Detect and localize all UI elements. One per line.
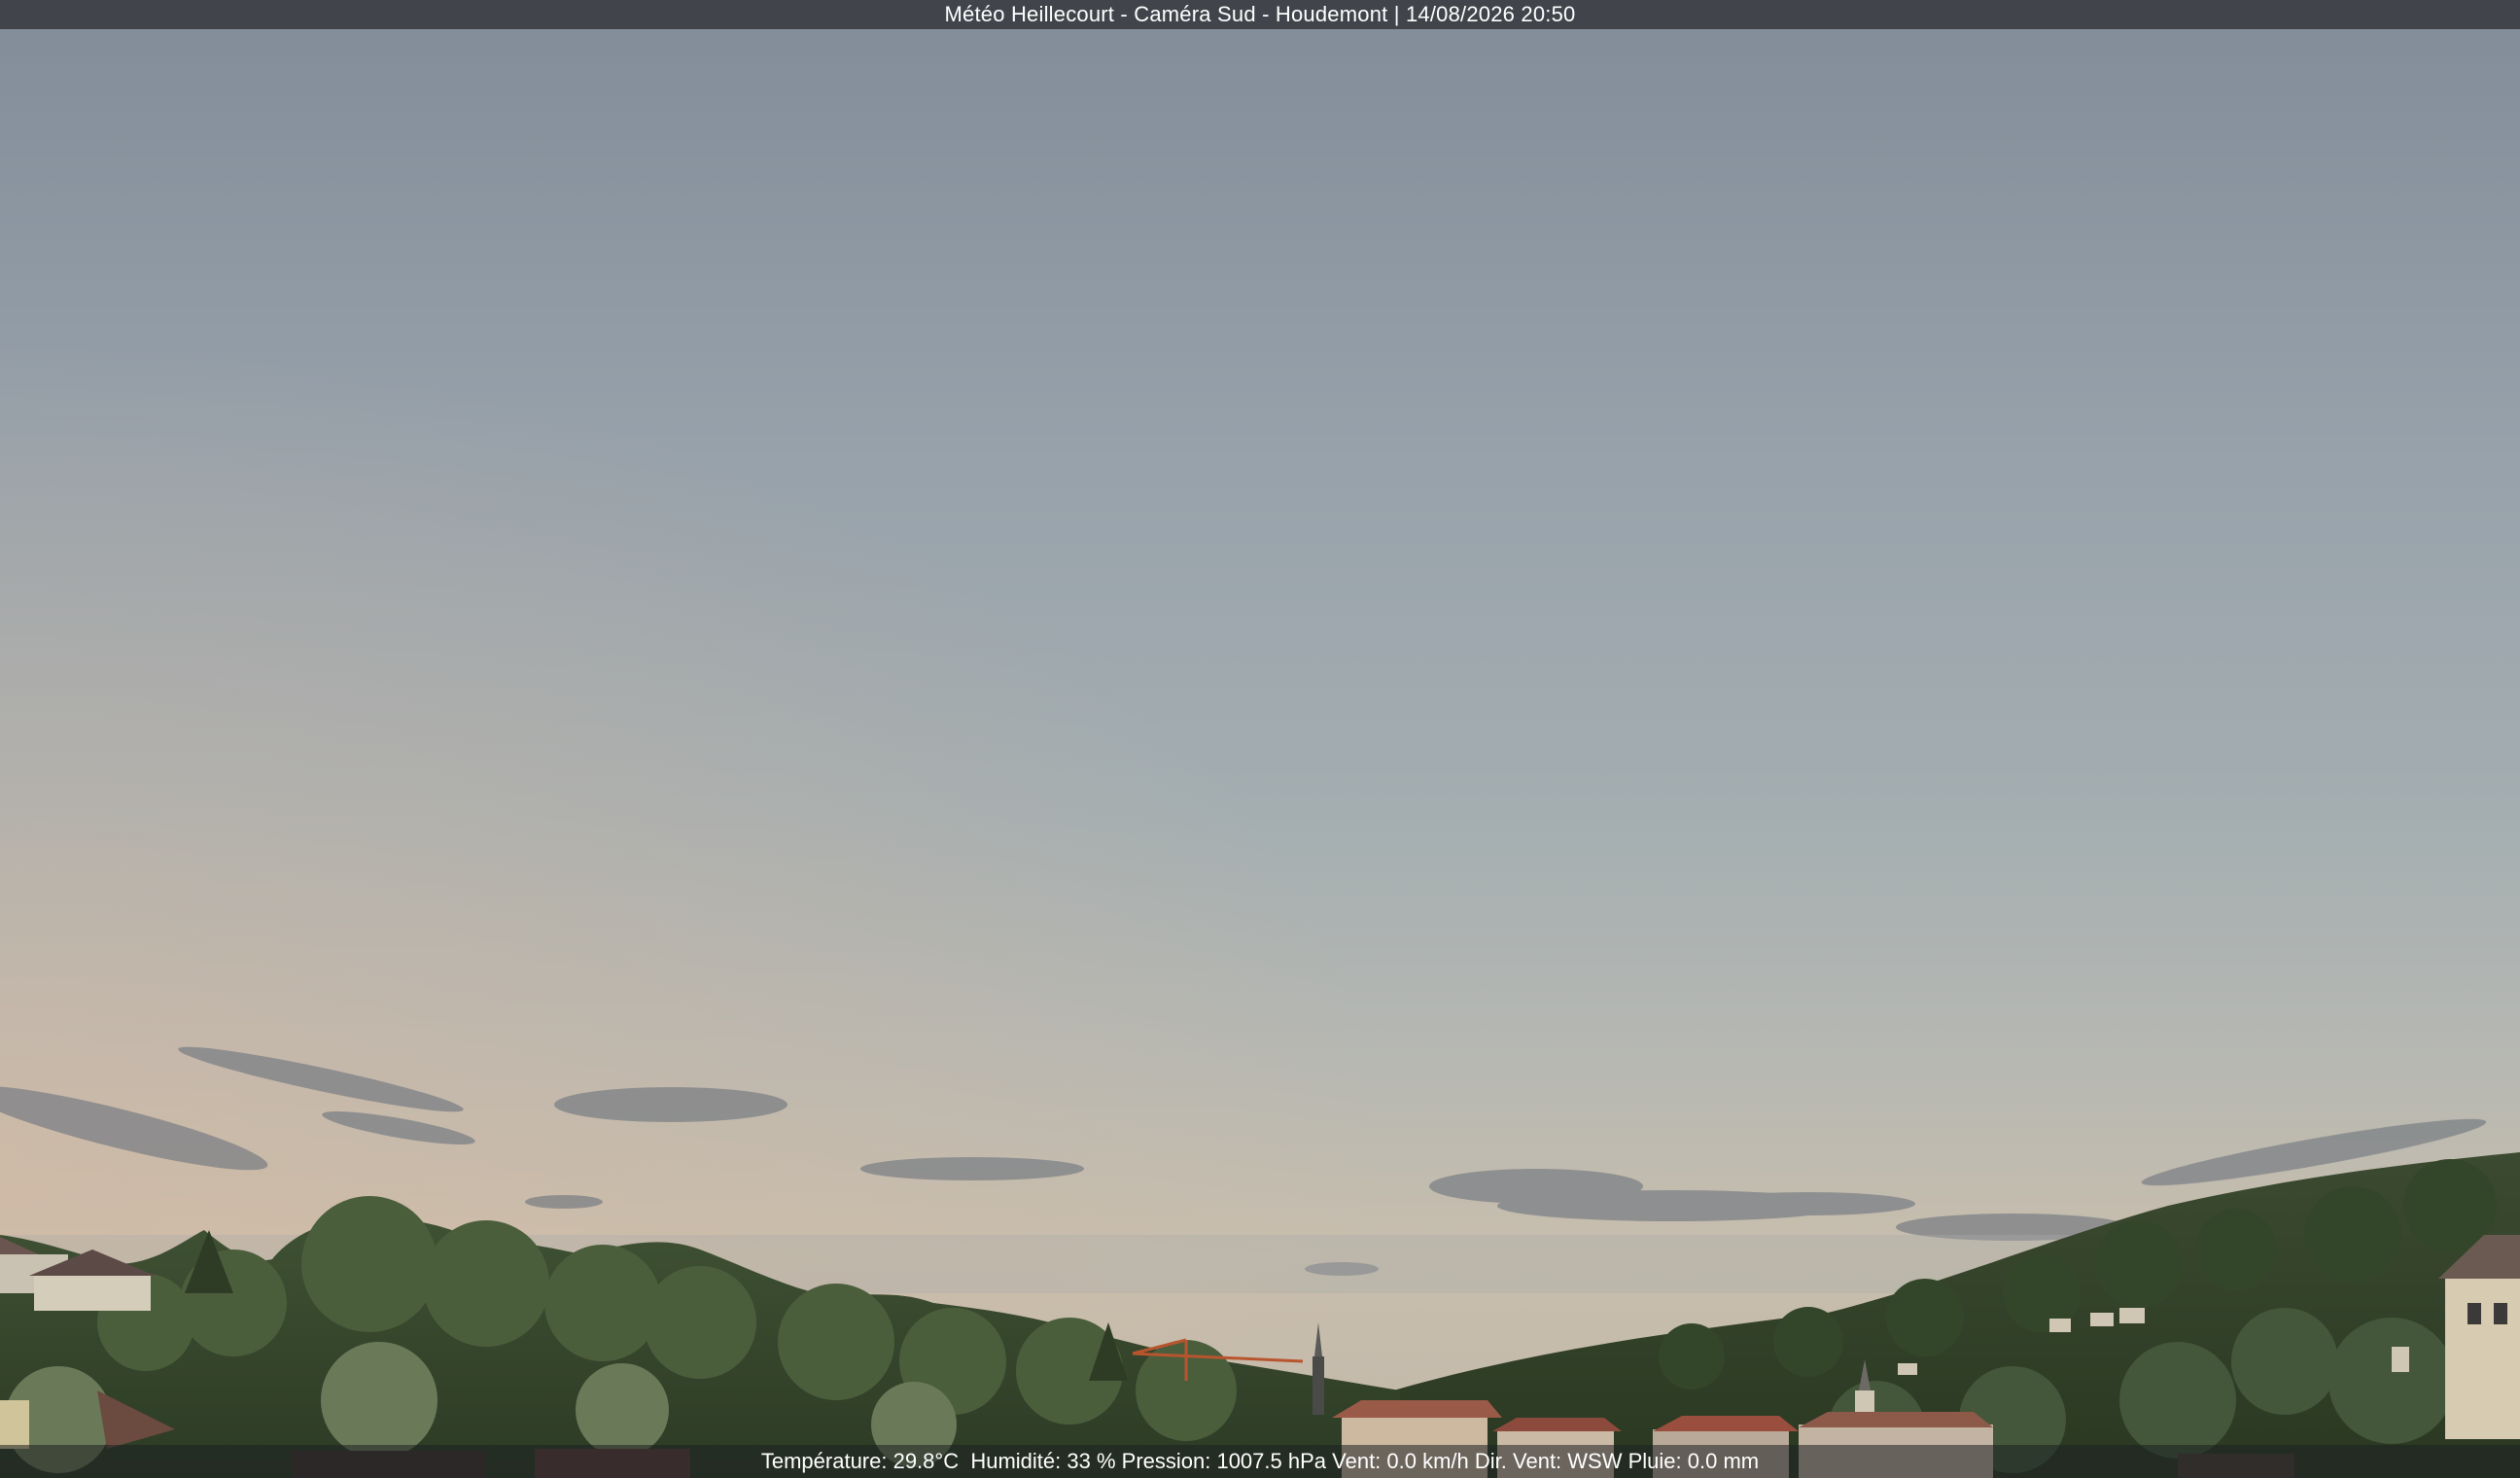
weather-readout-bar: Température: 29.8°C Humidité: 33 % Press…: [0, 1445, 2520, 1478]
webcam-image: [0, 0, 2520, 1478]
pressure-readout: Pression: 1007.5 hPa: [1121, 1449, 1327, 1473]
webcam-view: Météo Heillecourt - Caméra Sud - Houdemo…: [0, 0, 2520, 1478]
humidity-readout: Humidité: 33 %: [970, 1449, 1116, 1473]
camera-title-bar: Météo Heillecourt - Caméra Sud - Houdemo…: [0, 0, 2520, 29]
wind-speed-readout: Vent: 0.0 km/h: [1332, 1449, 1469, 1473]
wind-direction-readout: Dir. Vent: WSW: [1474, 1449, 1623, 1473]
rain-readout: Pluie: 0.0 mm: [1628, 1449, 1760, 1473]
temperature-readout: Température: 29.8°C: [760, 1449, 960, 1473]
